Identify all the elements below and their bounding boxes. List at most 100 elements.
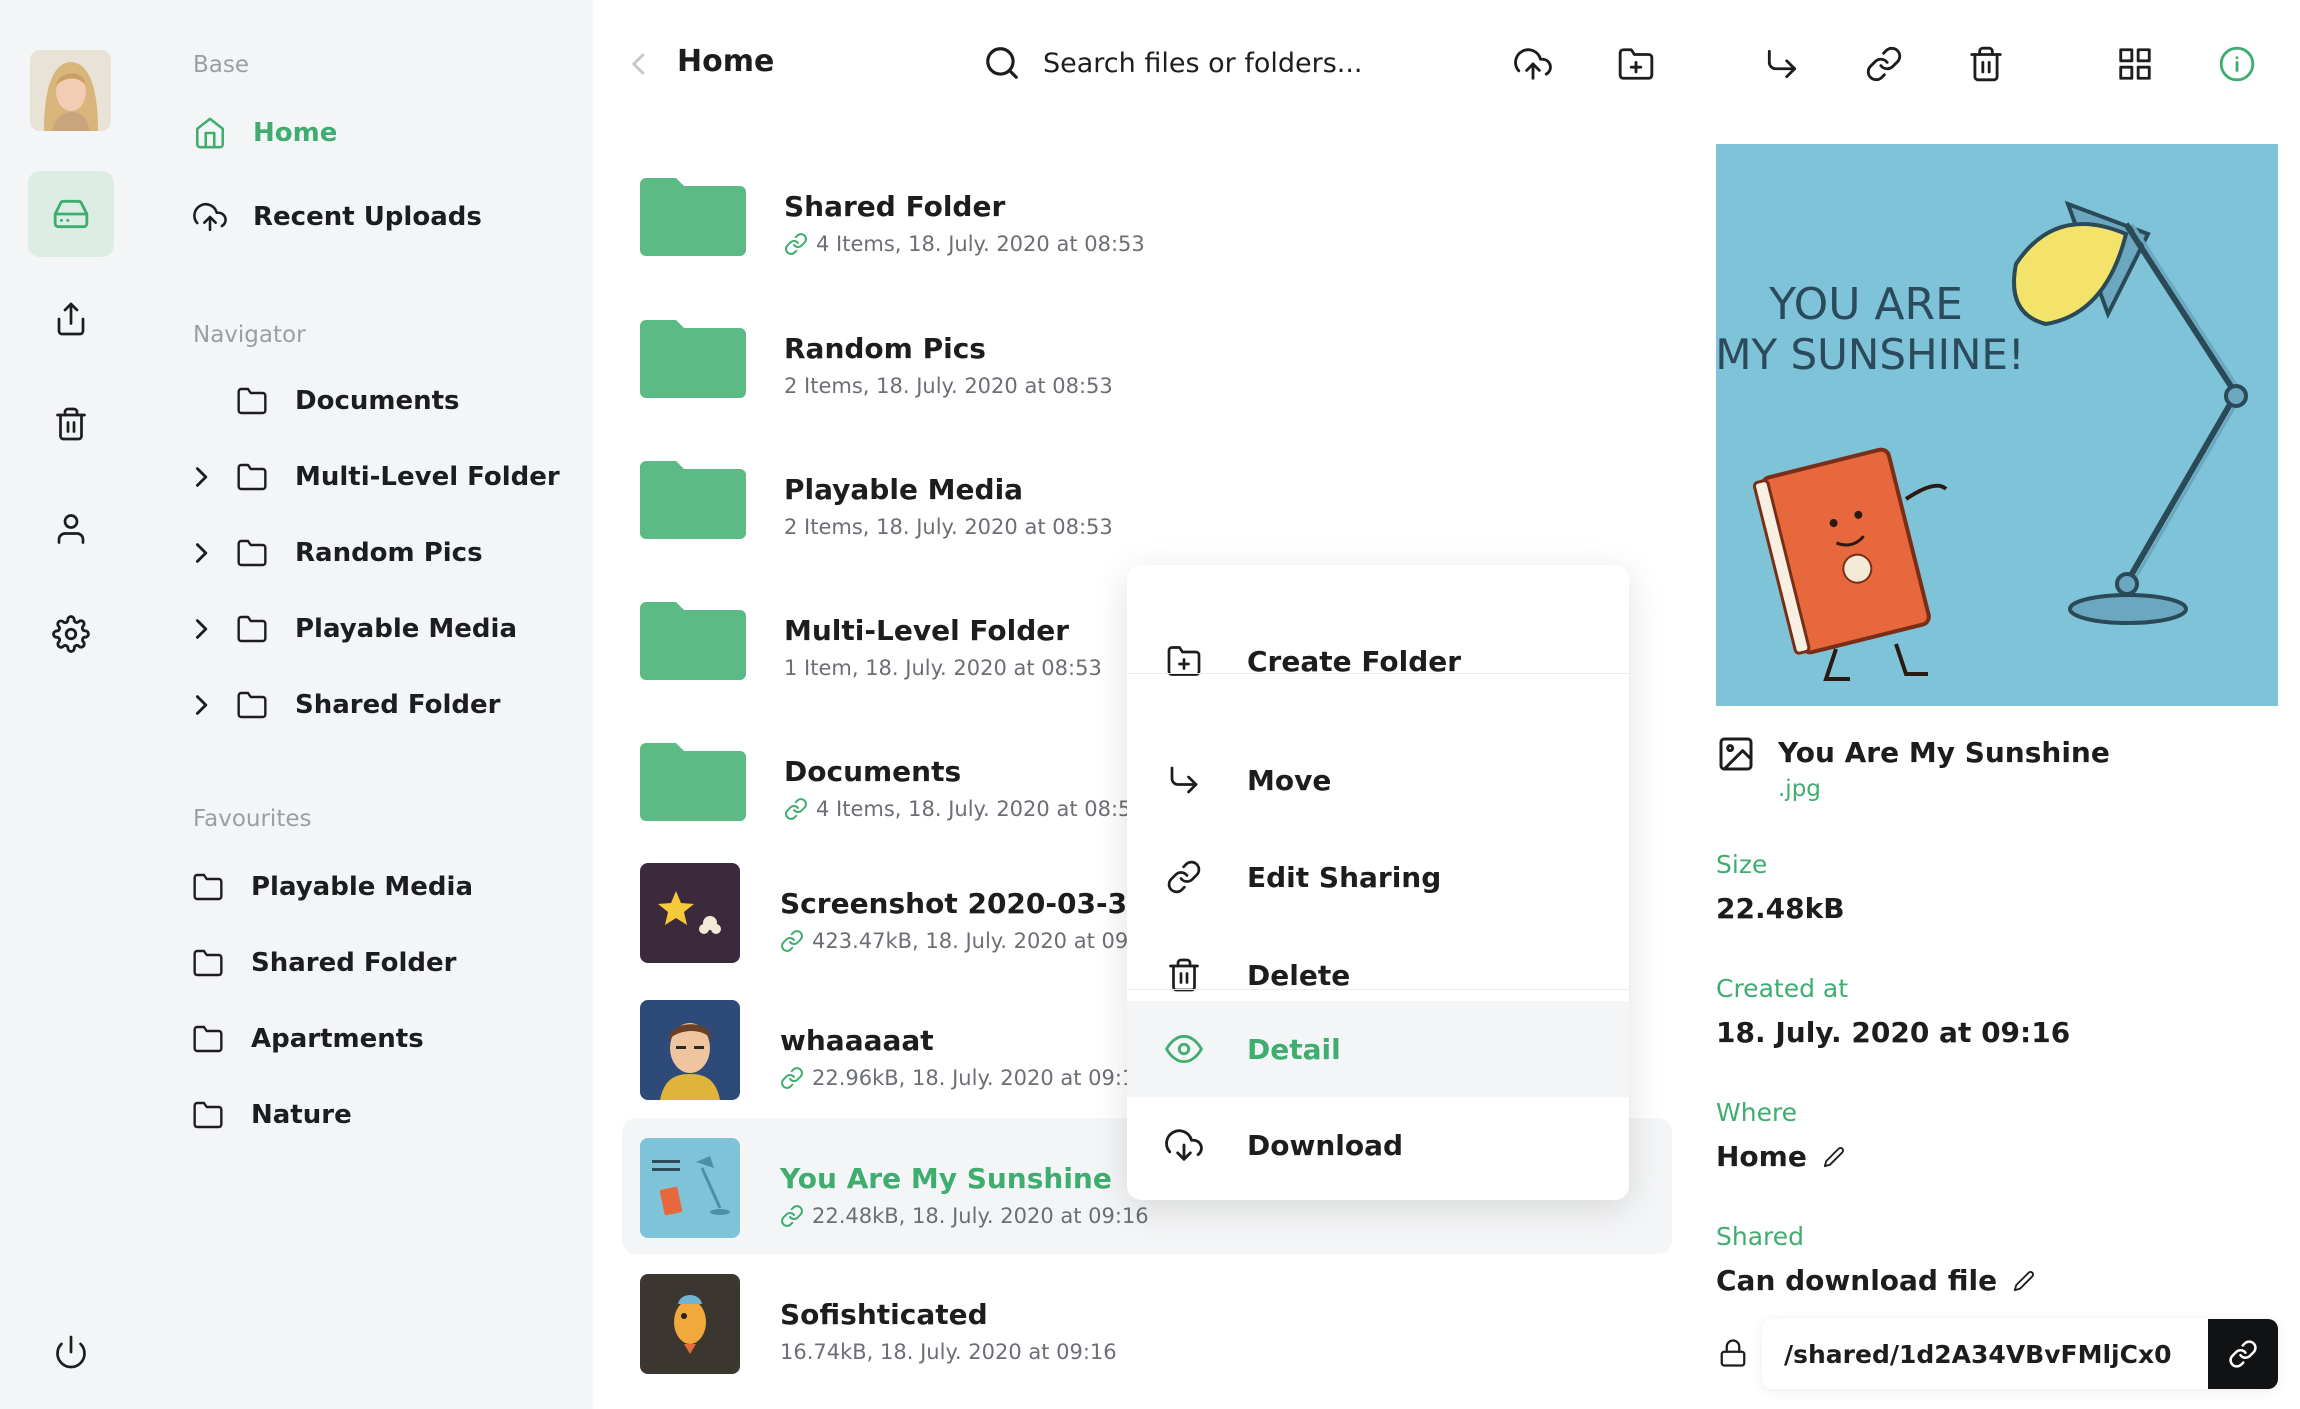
upload-icon bbox=[53, 301, 89, 337]
detail-shared-label: Shared bbox=[1716, 1222, 1805, 1251]
share-link-input[interactable] bbox=[1762, 1339, 2208, 1369]
file-row[interactable]: Shared Folder 4 Items, 18. July. 2020 at… bbox=[622, 146, 1672, 282]
copy-link-button[interactable] bbox=[2208, 1319, 2278, 1389]
detail-where-value: Home bbox=[1716, 1140, 1807, 1173]
sidebar-item-label: Recent Uploads bbox=[253, 202, 482, 232]
file-meta-text: 4 Items, 18. July. 2020 at 08:53 bbox=[816, 232, 1145, 256]
link-icon bbox=[780, 1204, 804, 1228]
file-meta: 2 Items, 18. July. 2020 at 08:53 bbox=[784, 374, 1113, 398]
search-input[interactable] bbox=[1043, 47, 1403, 79]
preview-text-line2: MY SUNSHINE! bbox=[1716, 330, 2025, 379]
back-button[interactable] bbox=[624, 44, 654, 84]
create-folder-button[interactable] bbox=[1616, 44, 1656, 84]
favourite-item-shared-folder[interactable]: Shared Folder bbox=[191, 946, 456, 980]
file-meta: 2 Items, 18. July. 2020 at 08:53 bbox=[784, 515, 1113, 539]
file-name: Random Pics bbox=[784, 332, 986, 365]
cloud-download-icon bbox=[1165, 1126, 1203, 1164]
menu-item-move[interactable]: Move bbox=[1127, 732, 1629, 828]
detail-file-name: You Are My Sunshine bbox=[1778, 736, 2110, 769]
link-icon bbox=[780, 1066, 804, 1090]
favourite-item-playable-media[interactable]: Playable Media bbox=[191, 870, 473, 904]
file-name: You Are My Sunshine bbox=[780, 1162, 1112, 1195]
chevron-right-icon[interactable] bbox=[191, 616, 211, 642]
trash-icon bbox=[53, 406, 89, 442]
menu-item-create-folder[interactable]: Create Folder bbox=[1127, 613, 1629, 709]
sidebar-item-recent-uploads[interactable]: Recent Uploads bbox=[193, 200, 482, 234]
chevron-right-icon[interactable] bbox=[191, 540, 211, 566]
avatar[interactable] bbox=[30, 50, 111, 131]
rail-trash-button[interactable] bbox=[28, 381, 114, 467]
upload-button[interactable] bbox=[1513, 44, 1553, 84]
grid-view-button[interactable] bbox=[2115, 44, 2155, 84]
nav-item-label: Documents bbox=[295, 386, 460, 416]
nav-item-random-pics[interactable]: Random Pics bbox=[191, 536, 483, 570]
hard-drive-icon bbox=[52, 195, 90, 233]
nav-item-documents[interactable]: Documents bbox=[235, 384, 460, 418]
file-meta-text: 423.47kB, 18. July. 2020 at 09:1 bbox=[812, 929, 1149, 953]
menu-item-download[interactable]: Download bbox=[1127, 1097, 1629, 1193]
file-name: Documents bbox=[784, 755, 962, 788]
detail-shared-row: Can download file bbox=[1716, 1264, 2035, 1297]
nav-item-shared-folder[interactable]: Shared Folder bbox=[191, 688, 500, 722]
edit-pencil-icon[interactable] bbox=[1823, 1146, 1845, 1168]
detail-where-row: Home bbox=[1716, 1140, 1845, 1173]
cloud-upload-icon bbox=[193, 200, 227, 234]
folder-icon bbox=[235, 384, 269, 418]
file-row[interactable]: Random Pics 2 Items, 18. July. 2020 at 0… bbox=[622, 288, 1672, 424]
menu-item-label: Edit Sharing bbox=[1247, 860, 1442, 894]
rail-settings-button[interactable] bbox=[28, 591, 114, 677]
home-icon bbox=[193, 116, 227, 150]
chevron-right-icon[interactable] bbox=[191, 464, 211, 490]
file-name: Multi-Level Folder bbox=[784, 614, 1070, 647]
rail-upload-button[interactable] bbox=[28, 276, 114, 362]
detail-size-value: 22.48kB bbox=[1716, 892, 1845, 925]
menu-item-label: Move bbox=[1247, 763, 1332, 797]
detail-size-label: Size bbox=[1716, 850, 1768, 879]
share-link-field bbox=[1762, 1319, 2278, 1389]
delete-button[interactable] bbox=[1966, 44, 2006, 84]
folder-thumbnail bbox=[640, 318, 746, 398]
favourite-item-nature[interactable]: Nature bbox=[191, 1098, 352, 1132]
folder-icon bbox=[235, 460, 269, 494]
move-button[interactable] bbox=[1762, 44, 1802, 84]
favourite-item-apartments[interactable]: Apartments bbox=[191, 1022, 424, 1056]
edit-pencil-icon[interactable] bbox=[2013, 1270, 2035, 1292]
nav-item-playable-media[interactable]: Playable Media bbox=[191, 612, 517, 646]
file-meta-text: 2 Items, 18. July. 2020 at 08:53 bbox=[784, 515, 1113, 539]
rail-drive-button[interactable] bbox=[28, 171, 114, 257]
chevron-right-icon[interactable] bbox=[191, 692, 211, 718]
move-icon bbox=[1165, 761, 1203, 799]
detail-created-value: 18. July. 2020 at 09:16 bbox=[1716, 1016, 2071, 1049]
file-name: Playable Media bbox=[784, 473, 1024, 506]
menu-item-label: Delete bbox=[1247, 958, 1351, 992]
folder-thumbnail bbox=[640, 741, 746, 821]
menu-item-label: Detail bbox=[1247, 1032, 1341, 1066]
sidebar: Base Home Recent Uploads Navigator Docum… bbox=[143, 0, 593, 1409]
lock-icon bbox=[1718, 1338, 1748, 1368]
create-folder-icon bbox=[1165, 642, 1203, 680]
section-title-base: Base bbox=[193, 52, 250, 78]
file-meta: 1 Item, 18. July. 2020 at 08:53 bbox=[784, 656, 1102, 680]
favourite-item-label: Shared Folder bbox=[251, 948, 457, 978]
file-row[interactable]: Sofishticated 16.74kB, 18. July. 2020 at… bbox=[622, 1254, 1672, 1390]
nav-item-label: Shared Folder bbox=[295, 690, 501, 720]
file-row[interactable]: Playable Media 2 Items, 18. July. 2020 a… bbox=[622, 429, 1672, 565]
grid-view-icon bbox=[2116, 45, 2154, 83]
file-name: whaaaaat bbox=[780, 1024, 934, 1057]
share-link-button[interactable] bbox=[1864, 44, 1904, 84]
rail-logout-button[interactable] bbox=[28, 1309, 114, 1395]
menu-item-detail[interactable]: Detail bbox=[1127, 1001, 1629, 1097]
nav-item-multi-level-folder[interactable]: Multi-Level Folder bbox=[191, 460, 560, 494]
folder-icon bbox=[191, 1022, 225, 1056]
folder-icon bbox=[191, 946, 225, 980]
sidebar-item-label: Home bbox=[253, 118, 338, 148]
search-bar[interactable] bbox=[983, 44, 1403, 82]
file-meta: 423.47kB, 18. July. 2020 at 09:1 bbox=[780, 929, 1149, 953]
rail-user-button[interactable] bbox=[28, 486, 114, 572]
file-meta-text: 2 Items, 18. July. 2020 at 08:53 bbox=[784, 374, 1113, 398]
menu-item-edit-sharing[interactable]: Edit Sharing bbox=[1127, 829, 1629, 925]
move-icon bbox=[1763, 45, 1801, 83]
info-button[interactable] bbox=[2217, 44, 2257, 84]
sidebar-item-home[interactable]: Home bbox=[193, 116, 337, 150]
chevron-left-icon bbox=[631, 51, 647, 77]
